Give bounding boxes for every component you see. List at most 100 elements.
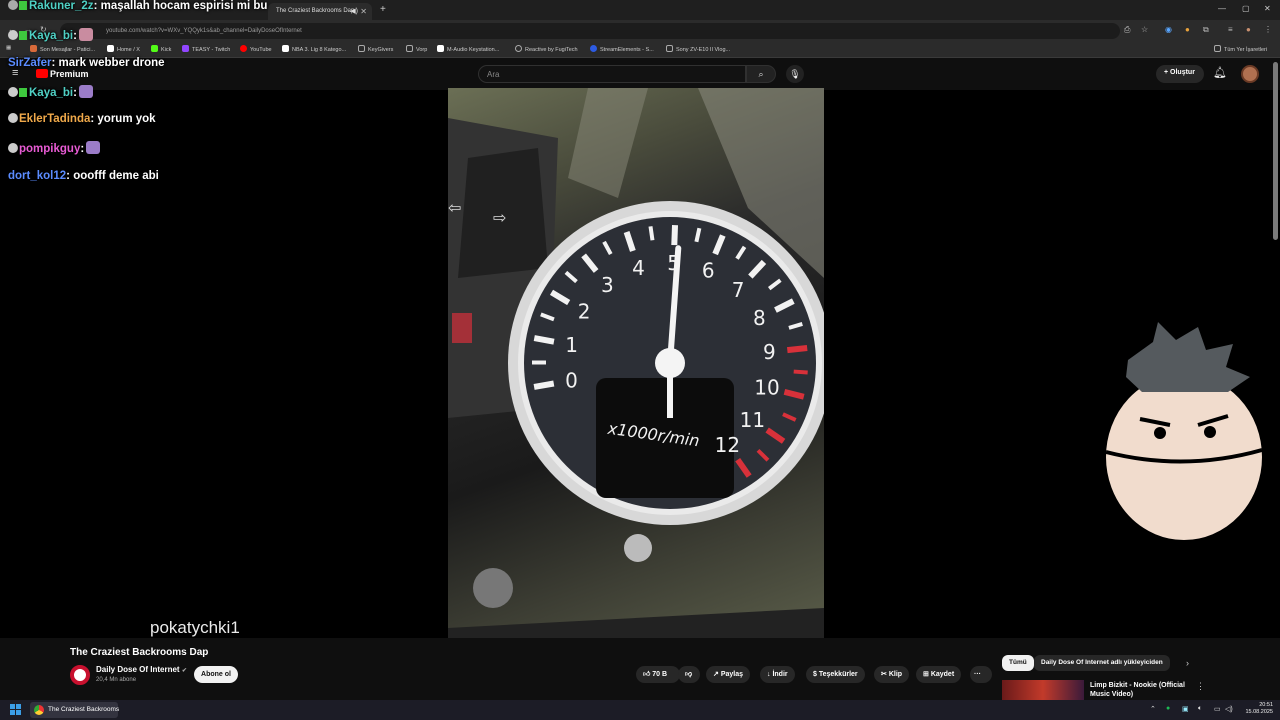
chat-username[interactable]: Kaya_bi	[29, 87, 73, 99]
dislike-button[interactable]: 👎︎	[678, 666, 700, 683]
like-button[interactable]: 👍︎ 70 B	[636, 666, 680, 683]
taskbar-chrome-app[interactable]: The Craziest Backrooms	[30, 702, 120, 718]
chat-username[interactable]: pompikguy	[19, 143, 80, 155]
speaker-icon[interactable]: ◀)	[350, 7, 358, 15]
search-button[interactable]: ⌕	[746, 65, 776, 83]
profile-icon[interactable]: ●	[1246, 25, 1251, 34]
bookmark-item[interactable]: Vorp	[406, 45, 427, 53]
url-field[interactable]: youtube.com/watch?v=WXv_YQQyk1s&ab_chann…	[60, 23, 1120, 39]
install-icon[interactable]: ⎙	[1124, 25, 1130, 35]
bolt	[473, 568, 513, 608]
gauge-tick	[786, 344, 808, 354]
chat-username[interactable]: Kaya_bi	[29, 30, 73, 42]
save-button[interactable]: ⊞ Kaydet	[916, 666, 962, 683]
bookmark-item[interactable]: StreamElements - S...	[590, 45, 654, 53]
volume-icon[interactable]: ◁)	[1225, 705, 1233, 713]
bookmark-item[interactable]: KeyGivers	[358, 45, 393, 53]
chip-all[interactable]: Tümü	[1002, 655, 1034, 671]
media-control-icon[interactable]: ≡	[1228, 25, 1233, 34]
browser-tab[interactable]: The Craziest Backrooms Dap ◀) ✕	[268, 3, 372, 20]
bookmark-label: Reactive by FugiTech	[525, 47, 578, 53]
page-scrollbar[interactable]	[1273, 62, 1278, 240]
chat-message: EklerTadinda: yorum yok	[8, 113, 156, 125]
voice-search-button[interactable]: 🎙︎	[786, 65, 804, 83]
video-player[interactable]: ⇦ ⇨ 0 1 2 3 4 5 6 7 8 9 10 11 12 x1000r/min	[448, 88, 824, 638]
taskbar-app-label: The Craziest Backrooms	[48, 706, 120, 713]
youtube-logo[interactable]: Premium	[36, 69, 89, 79]
close-tab-icon[interactable]: ✕	[360, 7, 367, 16]
chat-message: pompikguy:	[8, 141, 101, 155]
bookmark-item[interactable]: YouTube	[240, 45, 272, 53]
mascot-drawing	[1102, 322, 1266, 544]
bookmark-item[interactable]: Sony ZV-E10 II Vlog...	[666, 45, 730, 53]
streamelements-icon	[590, 45, 597, 52]
bookmark-label: M-Audio Keystation...	[447, 47, 500, 53]
new-tab-button[interactable]: +	[380, 4, 386, 15]
thanks-button[interactable]: $ Teşekkürler	[806, 666, 865, 683]
chat-username[interactable]: EklerTadinda	[19, 113, 90, 125]
spotify-icon[interactable]: ●	[1166, 705, 1170, 712]
bookmark-item[interactable]: TEASY - Twitch	[182, 45, 230, 53]
clip-button[interactable]: ✂ Klip	[874, 666, 910, 683]
bookmark-label: Son Mesajlar - Patici...	[40, 47, 96, 53]
channel-avatar[interactable]	[70, 665, 90, 685]
chrome-menu-icon[interactable]: ⋮	[1264, 25, 1272, 34]
windows-start-icon[interactable]	[10, 704, 22, 716]
extension-icon[interactable]: ●	[1185, 25, 1190, 34]
bookmark-item[interactable]: Kick	[151, 45, 171, 53]
gauge-number: 8	[753, 306, 766, 330]
youtube-header: ≡ Premium Ara ⌕ 🎙︎ + Oluştur 🔔︎	[0, 58, 1280, 90]
tray-chevron-icon[interactable]: ⌃	[1150, 705, 1156, 713]
chat-text: : yorum yok	[90, 113, 156, 125]
logo-text: Premium	[50, 69, 89, 79]
chat-message: SirZafer: mark webber drone	[8, 57, 165, 69]
extension-icon[interactable]: ◉	[1165, 25, 1172, 34]
subscribe-button[interactable]: Abone ol	[194, 666, 238, 683]
chat-username[interactable]: SirZafer	[8, 57, 51, 69]
close-window-icon[interactable]: ✕	[1264, 4, 1271, 13]
system-clock[interactable]: 20:51 15.08.2025	[1237, 702, 1273, 716]
clip-label: Klip	[888, 671, 903, 678]
chrome-nut	[624, 534, 652, 562]
network-icon[interactable]: ▭	[1214, 705, 1221, 713]
search-input[interactable]: Ara	[478, 65, 746, 83]
x-icon	[107, 45, 114, 52]
folder-icon	[358, 45, 365, 52]
bookmark-star-icon[interactable]: ☆	[1141, 25, 1148, 34]
create-label: Oluştur	[1170, 69, 1195, 76]
apps-icon[interactable]: ▦	[6, 45, 11, 51]
chat-username[interactable]: dort_kol12	[8, 170, 66, 182]
thumbs-down-icon: 👎︎	[685, 671, 693, 678]
download-button[interactable]: ↓ İndir	[760, 666, 795, 683]
kebab-menu-icon[interactable]: ⋮	[1196, 681, 1205, 692]
create-button[interactable]: + Oluştur	[1156, 65, 1204, 83]
chat-message: Kaya_bi:	[8, 85, 93, 99]
recommended-title[interactable]: Limp Bizkit - Nookie (Official Music Vid…	[1090, 681, 1190, 699]
user-avatar[interactable]	[1241, 65, 1259, 83]
maximize-icon[interactable]: ▢	[1242, 4, 1250, 13]
minimize-icon[interactable]: —	[1218, 4, 1226, 13]
save-playlist-icon: ⊞	[923, 671, 931, 678]
bookmark-item[interactable]: NBA 3. Lig 8 Katego...	[282, 45, 346, 53]
recommended-thumbnail[interactable]	[1002, 680, 1084, 700]
share-label: Paylaş	[720, 671, 743, 678]
microphone-icon: 🎙︎	[789, 69, 801, 79]
tray-app-icon[interactable]: ▣	[1182, 705, 1189, 713]
notifications-bell-icon[interactable]: 🔔︎	[1213, 66, 1227, 79]
chevron-right-icon[interactable]: ›	[1186, 658, 1189, 668]
bookmark-item[interactable]: Reactive by FugiTech	[515, 45, 578, 53]
more-actions-button[interactable]: ···	[970, 666, 992, 683]
bookmark-label: Kick	[161, 47, 172, 53]
share-button[interactable]: ↗ Paylaş	[706, 666, 750, 683]
bookmark-item[interactable]: Son Mesajlar - Patici...	[30, 45, 95, 53]
gauge-tick	[533, 380, 555, 390]
bookmark-item[interactable]: Home / X	[107, 45, 140, 53]
chip-from-uploader[interactable]: Daily Dose Of Internet adlı yükleyiciden	[1034, 655, 1170, 671]
all-bookmarks[interactable]: Tüm Yer İşaretleri	[1214, 45, 1267, 53]
channel-name[interactable]: Daily Dose Of Internet ✔	[96, 665, 187, 674]
chat-username[interactable]: Rakuner_2z	[29, 0, 94, 12]
speaker-tray-icon[interactable]: 🔈︎	[1198, 705, 1202, 713]
video-meta-section: The Craziest Backrooms Dap Daily Dose Of…	[0, 638, 1280, 700]
extensions-puzzle-icon[interactable]: ⧉	[1203, 25, 1209, 35]
bookmark-item[interactable]: M-Audio Keystation...	[437, 45, 499, 53]
